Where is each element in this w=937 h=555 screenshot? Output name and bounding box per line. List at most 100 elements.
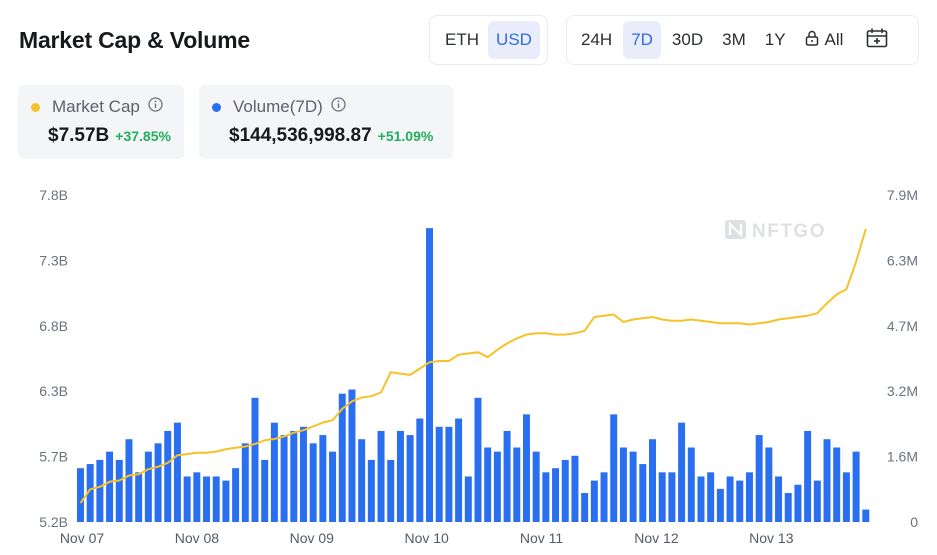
volume-bar[interactable]	[280, 435, 288, 522]
market-cap-line[interactable]	[79, 228, 867, 504]
volume-bar[interactable]	[377, 430, 385, 522]
volume-bar[interactable]	[144, 451, 152, 522]
volume-bar[interactable]	[426, 228, 434, 522]
nftgo-logo: NFTGO	[725, 220, 826, 242]
volume-bar[interactable]	[649, 439, 656, 522]
volume-bar[interactable]	[241, 443, 249, 522]
right-axis-tick-label: 3.2M	[887, 383, 918, 399]
volume-bar[interactable]	[813, 480, 821, 522]
volume-bar[interactable]	[503, 430, 511, 522]
volume-bar[interactable]	[406, 435, 414, 522]
svg-text:NFTGO: NFTGO	[752, 221, 826, 242]
volume-bar[interactable]	[106, 451, 114, 522]
volume-bar[interactable]	[716, 488, 724, 522]
left-axis-tick-label: 7.3B	[39, 252, 68, 268]
volume-bar[interactable]	[329, 451, 337, 522]
volume-bar[interactable]	[96, 459, 104, 522]
volume-bar[interactable]	[309, 443, 317, 522]
volume-bar[interactable]	[484, 447, 492, 522]
volume-bar[interactable]	[658, 472, 666, 522]
x-axis-tick-label: Nov 12	[634, 530, 679, 546]
volume-bar[interactable]	[77, 468, 84, 522]
volume-bar[interactable]	[232, 468, 240, 522]
volume-bar[interactable]	[416, 418, 424, 522]
volume-bar[interactable]	[367, 459, 375, 522]
volume-bar[interactable]	[513, 447, 521, 522]
volume-bar[interactable]	[697, 476, 705, 522]
volume-bar[interactable]	[823, 439, 831, 522]
volume-bar[interactable]	[775, 476, 783, 522]
left-axis-tick-label: 6.3B	[39, 383, 68, 399]
volume-bar[interactable]	[794, 484, 802, 522]
volume-bar[interactable]	[619, 447, 627, 522]
volume-bar[interactable]	[212, 476, 220, 522]
volume-bar[interactable]	[445, 426, 453, 522]
volume-bar[interactable]	[784, 493, 792, 522]
volume-bar[interactable]	[154, 443, 162, 522]
volume-bar[interactable]	[135, 472, 143, 522]
volume-bar[interactable]	[833, 447, 841, 522]
volume-bar[interactable]	[629, 451, 637, 522]
volume-bar[interactable]	[581, 493, 589, 522]
volume-bar[interactable]	[115, 459, 123, 522]
volume-bar[interactable]	[435, 426, 443, 522]
volume-bar[interactable]	[251, 397, 259, 522]
volume-bar[interactable]	[745, 472, 753, 522]
left-axis-tick-label: 7.8B	[39, 187, 68, 203]
volume-bar[interactable]	[203, 476, 211, 522]
volume-bar[interactable]	[193, 472, 201, 522]
volume-bar[interactable]	[687, 447, 695, 522]
volume-bar[interactable]	[464, 476, 472, 522]
volume-bar[interactable]	[610, 414, 618, 522]
volume-bar[interactable]	[532, 451, 540, 522]
volume-bar[interactable]	[348, 389, 356, 522]
volume-bar[interactable]	[726, 476, 734, 522]
volume-bar[interactable]	[261, 459, 269, 522]
volume-bar[interactable]	[474, 397, 482, 522]
volume-bar[interactable]	[396, 430, 404, 522]
x-axis-tick-label: Nov 10	[404, 530, 449, 546]
volume-bar[interactable]	[561, 459, 569, 522]
volume-bar[interactable]	[707, 472, 715, 522]
right-axis-tick-label: 1.6M	[887, 449, 918, 465]
right-axis-tick-label: 4.7M	[887, 318, 918, 334]
left-axis-tick-label: 5.2B	[39, 514, 68, 530]
x-axis-tick-label: Nov 11	[520, 530, 564, 546]
volume-bar[interactable]	[387, 459, 395, 522]
left-axis-tick-label: 5.7B	[39, 449, 68, 465]
right-axis-tick-label: 0	[910, 514, 918, 530]
volume-bar[interactable]	[862, 509, 870, 522]
volume-bar[interactable]	[125, 439, 133, 522]
volume-bar[interactable]	[358, 439, 366, 522]
market-cap-volume-chart[interactable]: NFTGO 5.2B 5.7B 6.3B 6.8B 7.3B 7.8B 0 1.6M 3.2M…	[0, 0, 937, 555]
volume-bar[interactable]	[183, 476, 191, 522]
volume-bar[interactable]	[522, 414, 530, 522]
volume-bar[interactable]	[164, 430, 172, 522]
right-axis-tick-label: 6.3M	[887, 252, 918, 268]
volume-bar[interactable]	[765, 447, 773, 522]
volume-bar[interactable]	[552, 468, 560, 522]
volume-bar[interactable]	[173, 422, 181, 522]
volume-bar[interactable]	[755, 435, 763, 522]
volume-bar[interactable]	[571, 455, 579, 522]
volume-bar[interactable]	[222, 480, 230, 522]
volume-bar[interactable]	[299, 426, 307, 522]
volume-bar[interactable]	[842, 472, 850, 522]
volume-bar[interactable]	[493, 451, 501, 522]
x-axis-tick-label: Nov 09	[290, 530, 335, 546]
volume-bar[interactable]	[639, 464, 647, 522]
volume-bar[interactable]	[542, 472, 550, 522]
x-axis-tick-label: Nov 07	[60, 530, 105, 546]
volume-bar[interactable]	[590, 480, 598, 522]
volume-bar[interactable]	[852, 451, 860, 522]
left-axis-tick-label: 6.8B	[39, 318, 68, 334]
volume-bar[interactable]	[455, 418, 463, 522]
volume-bar[interactable]	[290, 430, 298, 522]
x-axis-tick-label: Nov 08	[175, 530, 220, 546]
volume-bar[interactable]	[804, 430, 812, 522]
volume-bar[interactable]	[319, 435, 327, 522]
volume-bar[interactable]	[600, 472, 608, 522]
volume-bar[interactable]	[668, 472, 676, 522]
volume-bar[interactable]	[678, 422, 686, 522]
volume-bar[interactable]	[736, 480, 744, 522]
